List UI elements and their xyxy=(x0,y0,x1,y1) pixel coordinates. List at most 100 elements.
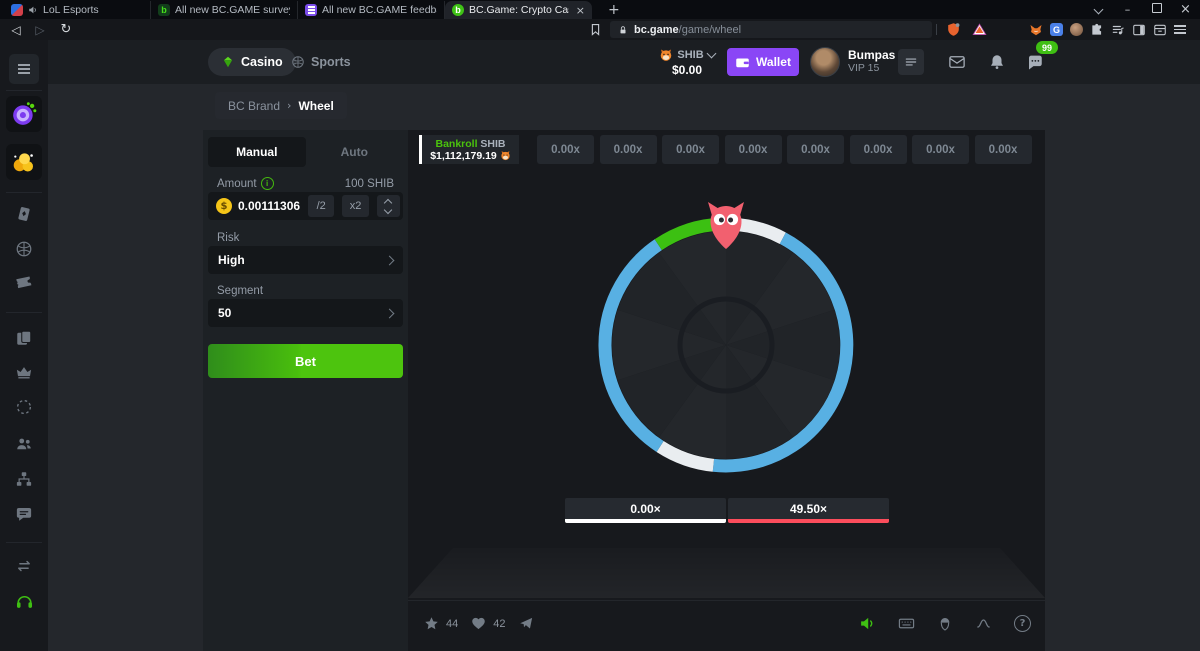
multiplier-history-button[interactable]: 0.00x xyxy=(787,135,844,164)
round-results: 0.00× 49.50× xyxy=(565,498,889,523)
sidebar-bonus-button[interactable] xyxy=(15,398,33,416)
sidebar-rewards-button[interactable] xyxy=(6,144,42,180)
multiplier-history-button[interactable]: 0.00x xyxy=(975,135,1032,164)
metamask-icon[interactable] xyxy=(1029,23,1043,37)
back-button[interactable]: ◁ xyxy=(6,21,26,38)
multiplier-history-button[interactable]: 0.00x xyxy=(600,135,657,164)
multiplier-history-button[interactable]: 0.00x xyxy=(662,135,719,164)
bet-panel: Manual Auto Amount i 100 SHIB $ 0.001113… xyxy=(203,130,408,651)
quick-menu-button[interactable] xyxy=(898,49,924,75)
extensions-puzzle-icon[interactable] xyxy=(1090,23,1104,37)
currency-selector[interactable]: SHIB $0.00 xyxy=(652,44,722,80)
browser-profile-chevron[interactable] xyxy=(1084,4,1113,16)
favorite-count: 44 xyxy=(446,618,458,630)
tab-manual[interactable]: Manual xyxy=(208,137,306,167)
bet-button[interactable]: Bet xyxy=(208,344,403,378)
window-close-button[interactable]: × xyxy=(1171,2,1200,17)
sidebar-menu-button[interactable] xyxy=(9,54,39,84)
like-count: 42 xyxy=(493,618,505,630)
browser-tab-bcgame-survey[interactable]: b All new BC.GAME survey & feedback r xyxy=(151,1,298,19)
wheel-pointer-owl-icon xyxy=(705,200,747,252)
amount-value[interactable]: 0.00111306 xyxy=(238,199,300,213)
sidebar-affiliate-button[interactable] xyxy=(15,470,33,488)
forward-button[interactable]: ▷ xyxy=(30,21,50,38)
wallet-button[interactable]: Wallet xyxy=(727,48,799,76)
chat-bubble-icon xyxy=(15,505,33,523)
browser-tab-bcgame-active[interactable]: b BC.Game: Crypto Casino Games & × xyxy=(445,1,592,19)
tab-audio-icon[interactable] xyxy=(28,5,38,15)
tab-title: All new BC.GAME feedback xyxy=(322,4,437,16)
sidebar-bets-button[interactable] xyxy=(15,274,33,292)
chevron-right-icon: › xyxy=(287,99,291,112)
translate-icon[interactable]: G xyxy=(1050,23,1063,36)
chat-icon[interactable] xyxy=(1026,53,1044,71)
double-bet-button[interactable]: x2 xyxy=(342,195,368,217)
vip-level: VIP 15 xyxy=(848,62,895,75)
tab-title: All new BC.GAME survey & feedback r xyxy=(175,4,290,16)
new-tab-button[interactable]: + xyxy=(602,1,626,19)
browser-nav-bar: ◁ ▷ ↻ bc.game/game/wheel G xyxy=(0,19,1200,40)
notifications-bell-icon[interactable] xyxy=(988,53,1006,71)
risk-dropdown[interactable]: High xyxy=(208,246,403,274)
favorite-star-icon[interactable] xyxy=(424,616,439,631)
reload-button[interactable]: ↻ xyxy=(56,21,76,38)
bookmark-icon[interactable] xyxy=(588,22,603,37)
sidebar-casino-button[interactable] xyxy=(15,205,33,223)
half-bet-button[interactable]: /2 xyxy=(308,195,334,217)
info-icon[interactable]: i xyxy=(261,177,274,190)
segment-dropdown[interactable]: 50 xyxy=(208,299,403,327)
game-canvas: Bankroll SHIB $1,112,179.19 0.00x 0.00x … xyxy=(408,130,1045,651)
fairness-seed-icon[interactable] xyxy=(937,616,953,632)
share-icon[interactable] xyxy=(519,616,534,631)
user-avatar[interactable] xyxy=(810,47,840,77)
sidebar-slots-button[interactable] xyxy=(15,329,33,347)
sidebar-forum-button[interactable] xyxy=(15,505,33,523)
hotkeys-keyboard-icon[interactable] xyxy=(898,615,915,632)
multiplier-history-button[interactable]: 0.00x xyxy=(850,135,907,164)
messages-icon[interactable] xyxy=(948,53,966,71)
bankroll-currency: SHIB xyxy=(480,138,505,150)
sidebar-support-button[interactable] xyxy=(15,592,34,611)
browser-menu-icon[interactable] xyxy=(1174,23,1186,37)
sidebar-icon[interactable] xyxy=(1132,23,1146,37)
sound-icon[interactable] xyxy=(859,615,876,632)
breadcrumb-section[interactable]: BC Brand xyxy=(228,99,280,113)
help-icon[interactable]: ? xyxy=(1014,615,1031,632)
browser-tab-lol-esports[interactable]: LoL Esports xyxy=(4,1,151,19)
url-path: /game/wheel xyxy=(679,24,741,36)
user-info[interactable]: Bumpas VIP 15 xyxy=(848,49,895,75)
profile-extension-icon[interactable] xyxy=(1070,23,1083,36)
bankroll-badge[interactable]: Bankroll SHIB $1,112,179.19 xyxy=(419,135,519,164)
stage-floor xyxy=(408,548,1045,598)
username: Bumpas xyxy=(848,49,895,62)
sports-nav-button[interactable]: Sports xyxy=(281,48,361,76)
sidebar-refer-button[interactable] xyxy=(15,435,33,453)
window-minimize-button[interactable]: – xyxy=(1113,3,1142,16)
amount-input[interactable]: $ 0.00111306 /2 x2 xyxy=(208,192,403,220)
window-controls: – × xyxy=(1084,0,1200,19)
archive-icon[interactable] xyxy=(1153,23,1167,37)
sidebar-sponsorship-button[interactable] xyxy=(15,557,33,575)
brave-shield-icon[interactable] xyxy=(946,22,961,37)
stepper-down-icon[interactable] xyxy=(384,205,392,213)
multiplier-history-button[interactable]: 0.00x xyxy=(725,135,782,164)
multiplier-history-button[interactable]: 0.00x xyxy=(912,135,969,164)
window-restore-button[interactable] xyxy=(1142,3,1171,16)
browser-tab-bcgame-feedback[interactable]: All new BC.GAME feedback xyxy=(298,1,445,19)
game-toolbar: 44 42 ? xyxy=(408,600,1045,651)
url-bar[interactable]: bc.game/game/wheel xyxy=(610,21,932,38)
tab-auto[interactable]: Auto xyxy=(306,137,404,167)
multiplier-history-button[interactable]: 0.00x xyxy=(537,135,594,164)
tab-close-icon[interactable]: × xyxy=(576,4,585,17)
playlist-icon[interactable] xyxy=(1111,23,1125,37)
sidebar-sports-button[interactable] xyxy=(15,240,33,258)
sidebar-missions-button[interactable] xyxy=(6,96,42,132)
result-color-bar xyxy=(565,519,726,523)
like-heart-icon[interactable] xyxy=(471,616,486,631)
sidebar-vip-button[interactable] xyxy=(15,363,33,381)
main-content: BC Brand › Wheel Manual Auto Amount i 10… xyxy=(48,84,1200,651)
live-stats-icon[interactable] xyxy=(975,615,992,632)
amount-stepper[interactable] xyxy=(377,195,400,217)
gold-nuggets-icon xyxy=(11,149,37,175)
brave-rewards-icon[interactable] xyxy=(972,22,987,37)
